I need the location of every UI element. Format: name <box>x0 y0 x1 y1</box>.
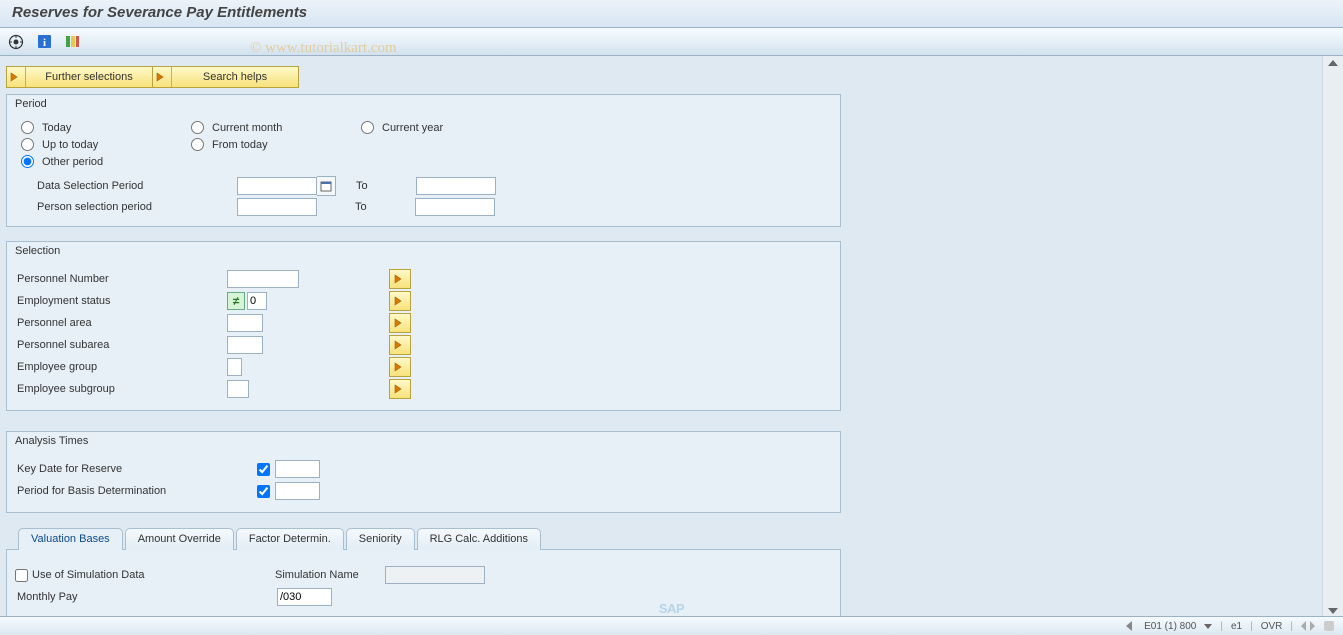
selection-row: Employee group <box>15 356 832 378</box>
tab-factor-determin[interactable]: Factor Determin. <box>236 528 344 550</box>
status-nav-icon[interactable] <box>1301 621 1315 631</box>
status-server: e1 <box>1231 621 1242 632</box>
selection-row-label: Employee group <box>15 361 227 373</box>
sim-name-input <box>385 566 485 584</box>
use-sim-label: Use of Simulation Data <box>32 569 145 581</box>
status-mode: OVR <box>1261 621 1283 632</box>
multiple-selection-button[interactable] <box>389 379 411 399</box>
arrow-right-icon <box>7 67 26 87</box>
further-selections-button[interactable]: Further selections <box>6 66 153 88</box>
period-today-radio[interactable]: Today <box>21 121 181 134</box>
search-helps-label: Search helps <box>172 71 298 83</box>
chevron-down-icon[interactable] <box>1204 624 1212 629</box>
selection-row-input[interactable] <box>227 314 263 332</box>
calendar-icon[interactable] <box>317 176 336 196</box>
period-current-month-radio[interactable]: Current month <box>191 121 351 134</box>
key-date-label: Key Date for Reserve <box>15 463 257 475</box>
analysis-title: Analysis Times <box>7 432 840 452</box>
analysis-groupbox: Analysis Times Key Date for Reserve Peri… <box>6 431 841 513</box>
execute-icon[interactable] <box>8 34 24 50</box>
multiple-selection-button[interactable] <box>389 335 411 355</box>
selection-row-input[interactable] <box>247 292 267 310</box>
vertical-scrollbar[interactable] <box>1323 56 1343 618</box>
window-title-text: Reserves for Severance Pay Entitlements <box>12 4 307 21</box>
multiple-selection-button[interactable] <box>389 357 411 377</box>
status-bar: E01 (1) 800 | e1 | OVR | <box>0 616 1343 635</box>
period-current-year-radio[interactable]: Current year <box>361 121 521 134</box>
selection-row: Personnel Number <box>15 268 832 290</box>
selection-body: Personnel NumberEmployment status≠Person… <box>7 262 840 410</box>
monthly-pay-input[interactable] <box>277 588 332 606</box>
period-other-label: Other period <box>42 156 103 168</box>
action-bar: Further selections Search helps <box>6 66 1316 88</box>
tab-valuation-bases[interactable]: Valuation Bases <box>18 528 123 550</box>
key-date-input[interactable] <box>275 460 320 478</box>
multiple-selection-button[interactable] <box>389 313 411 333</box>
tab-valuation-bases-pane: Use of Simulation Data Simulation Name M… <box>6 549 841 618</box>
info-icon[interactable]: i <box>36 34 52 50</box>
period-basis-input[interactable] <box>275 482 320 500</box>
status-system: E01 (1) 800 <box>1144 621 1196 632</box>
scroll-down-icon[interactable] <box>1328 608 1338 614</box>
period-basis-label: Period for Basis Determination <box>15 485 257 497</box>
selection-title: Selection <box>7 242 840 262</box>
scroll-up-icon[interactable] <box>1328 60 1338 66</box>
selection-row: Personnel subarea <box>15 334 832 356</box>
monthly-pay-label: Monthly Pay <box>15 591 277 603</box>
app-toolbar: i <box>0 28 1343 56</box>
selection-row: Employment status≠ <box>15 290 832 312</box>
period-current-year-label: Current year <box>382 122 443 134</box>
not-equal-icon[interactable]: ≠ <box>227 292 245 310</box>
use-sim-checkbox[interactable]: Use of Simulation Data <box>15 569 275 582</box>
period-up-to-today-label: Up to today <box>42 139 98 151</box>
person-selection-to-input[interactable] <box>415 198 495 216</box>
period-up-to-today-radio[interactable]: Up to today <box>21 138 181 151</box>
period-basis-checkbox[interactable] <box>257 485 270 498</box>
period-from-today-label: From today <box>212 139 268 151</box>
selection-row-label: Personnel subarea <box>15 339 227 351</box>
period-today-label: Today <box>42 122 71 134</box>
selection-groupbox: Selection Personnel Number Employment sta… <box>6 241 841 411</box>
person-selection-to-label: To <box>335 201 415 213</box>
selection-row: Employee subgroup <box>15 378 832 400</box>
data-selection-period-label: Data Selection Period <box>37 180 237 192</box>
arrow-right-icon <box>153 67 172 87</box>
period-groupbox: Period Today Up to today Other period <box>6 94 841 227</box>
tab-rlg-calc-additions[interactable]: RLG Calc. Additions <box>417 528 541 550</box>
tab-amount-override[interactable]: Amount Override <box>125 528 234 550</box>
selection-row-input[interactable] <box>227 358 242 376</box>
status-info-icon[interactable] <box>1323 620 1335 632</box>
main-area: Further selections Search helps Period T… <box>0 56 1343 618</box>
data-selection-to-input[interactable] <box>416 177 496 195</box>
status-arrow-icon <box>1126 621 1136 631</box>
search-helps-button[interactable]: Search helps <box>153 66 299 88</box>
data-selection-from-input[interactable] <box>237 177 317 195</box>
period-from-today-radio[interactable]: From today <box>191 138 351 151</box>
data-selection-to-label: To <box>336 180 416 192</box>
sim-name-label: Simulation Name <box>275 569 385 581</box>
multiple-selection-button[interactable] <box>389 291 411 311</box>
tabstrip: Valuation BasesAmount OverrideFactor Det… <box>6 527 853 549</box>
period-current-month-label: Current month <box>212 122 282 134</box>
selection-row-input[interactable] <box>227 336 263 354</box>
selection-row-label: Employee subgroup <box>15 383 227 395</box>
further-selections-label: Further selections <box>26 71 152 83</box>
selection-row-input[interactable] <box>227 270 299 288</box>
svg-text:i: i <box>42 37 45 49</box>
period-title: Period <box>7 95 840 115</box>
multiple-selection-button[interactable] <box>389 269 411 289</box>
window-title: Reserves for Severance Pay Entitlements <box>0 0 1343 28</box>
content-column: Further selections Search helps Period T… <box>0 56 1323 618</box>
key-date-checkbox[interactable] <box>257 463 270 476</box>
selection-row-input[interactable] <box>227 380 249 398</box>
person-selection-from-input[interactable] <box>237 198 317 216</box>
tab-seniority[interactable]: Seniority <box>346 528 415 550</box>
person-selection-period-label: Person selection period <box>37 201 237 213</box>
variant-icon[interactable] <box>64 34 80 50</box>
selection-row: Personnel area <box>15 312 832 334</box>
selection-row-label: Employment status <box>15 295 227 307</box>
selection-row-label: Personnel Number <box>15 273 227 285</box>
selection-row-label: Personnel area <box>15 317 227 329</box>
period-other-radio[interactable]: Other period <box>21 155 181 168</box>
